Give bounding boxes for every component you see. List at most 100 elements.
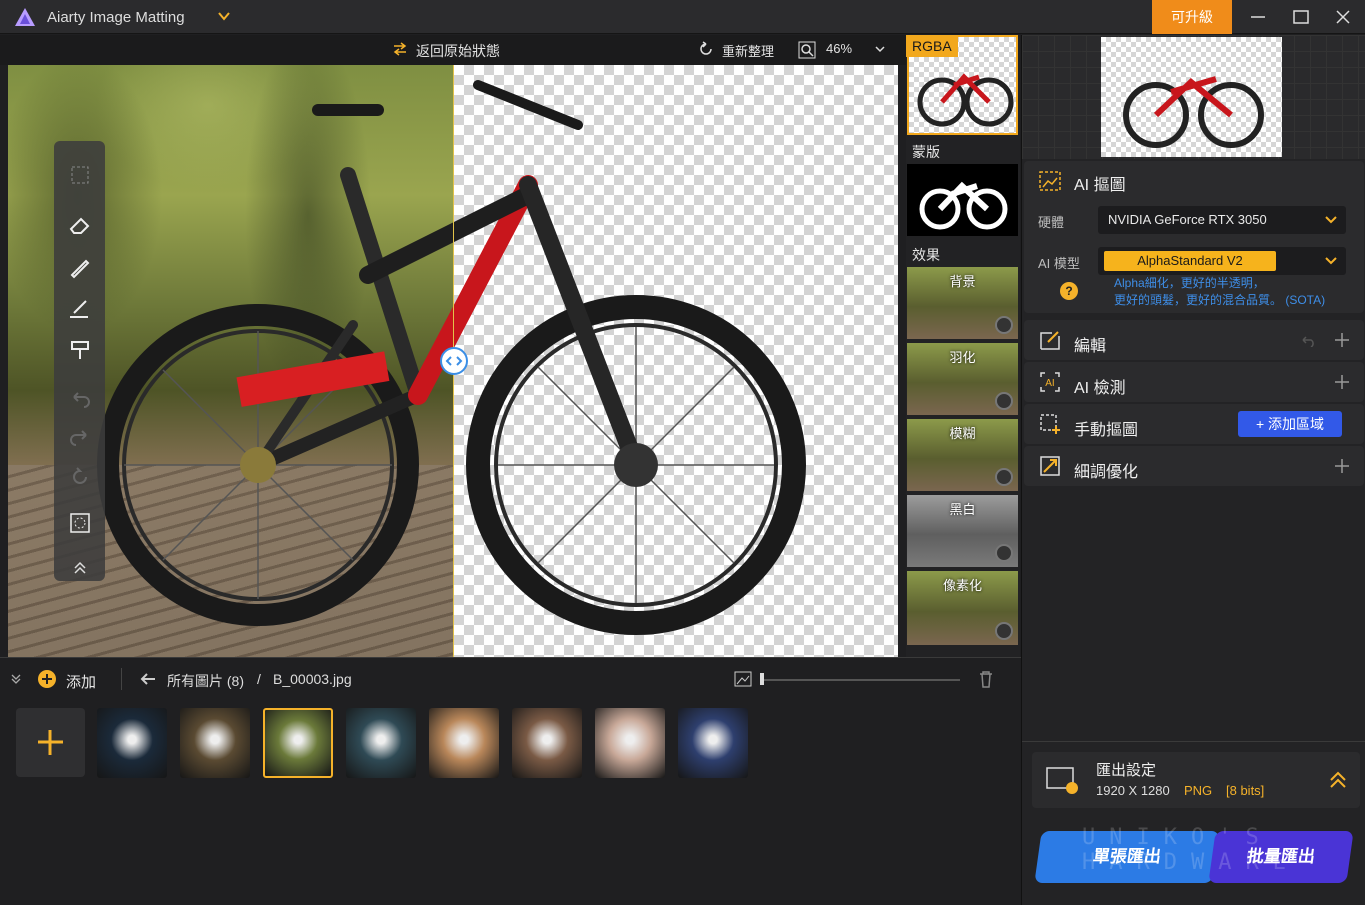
export-format: PNG — [1184, 783, 1213, 798]
revert-button[interactable]: 返回原始狀態 — [393, 41, 500, 61]
maximize-button[interactable] — [1279, 0, 1323, 34]
toggle-icon[interactable] — [995, 544, 1013, 562]
effect-pixelate[interactable]: 像素化 — [907, 571, 1018, 645]
crop-select-icon[interactable] — [66, 161, 94, 189]
minimize-button[interactable] — [1236, 0, 1280, 34]
manual-matting-card[interactable]: 手動摳圖 + 添加區域 — [1024, 404, 1364, 444]
ai-detect-card[interactable]: AI AI 檢測 — [1024, 362, 1364, 402]
chevron-down-icon — [1325, 216, 1337, 224]
thumbnail-size-slider[interactable] — [762, 679, 960, 681]
refine-card[interactable]: 細調優化 — [1024, 446, 1364, 486]
add-image-tile[interactable] — [16, 708, 85, 777]
image-canvas[interactable] — [8, 65, 898, 657]
upgrade-button[interactable]: 可升級 — [1152, 0, 1232, 34]
chevron-down-icon[interactable] — [217, 9, 231, 23]
back-arrow-icon[interactable] — [140, 672, 156, 686]
export-title: 匯出設定 — [1096, 762, 1157, 779]
hardware-value: NVIDIA GeForce RTX 3050 — [1108, 212, 1267, 227]
expand-plus-icon[interactable] — [1334, 458, 1350, 474]
toggle-icon[interactable] — [995, 468, 1013, 486]
close-button[interactable] — [1321, 0, 1365, 34]
canvas-toolbar: 返回原始狀態 重新整理 46% — [0, 35, 906, 65]
export-resolution: 1920 X 1280 — [1096, 783, 1170, 798]
edit-icon — [1040, 331, 1060, 350]
breadcrumb-all[interactable]: 所有圖片 (8) — [167, 671, 244, 691]
thumbnail-woman-flowers[interactable] — [429, 708, 499, 778]
revert-label: 返回原始狀態 — [416, 43, 500, 59]
undo-icon[interactable] — [66, 385, 94, 413]
hardware-select[interactable]: NVIDIA GeForce RTX 3050 — [1098, 206, 1346, 234]
manual-matting-title: 手動摳圖 — [1074, 422, 1139, 439]
effect-grayscale[interactable]: 黑白 — [907, 495, 1018, 567]
slider-handle[interactable] — [760, 673, 764, 685]
add-icon[interactable] — [38, 670, 56, 688]
thumbnail-woman-gold[interactable] — [512, 708, 582, 778]
thumbnail-woman-red-dress[interactable] — [346, 708, 416, 778]
split-handle[interactable] — [440, 347, 468, 375]
refine-icon — [1040, 456, 1060, 476]
thumbnail-woman-white[interactable] — [595, 708, 665, 778]
ai-matting-title: AI 摳圖 — [1074, 177, 1126, 194]
refine-title: 細調優化 — [1074, 464, 1139, 481]
collapse-down-icon[interactable] — [10, 673, 22, 685]
ai-matting-card: AI 摳圖 硬體 NVIDIA GeForce RTX 3050 AI 模型 A… — [1024, 161, 1364, 313]
effects-label: 效果 — [912, 247, 940, 263]
expand-plus-icon[interactable] — [1334, 332, 1350, 348]
effect-background[interactable]: 背景 — [907, 267, 1018, 339]
bottom-toolbar: 添加 所有圖片 (8) / B_00003.jpg — [0, 658, 1021, 698]
add-region-button[interactable]: + 添加區域 — [1238, 411, 1342, 437]
export-settings[interactable]: 匯出設定 1920 X 1280 PNG [8 bits] — [1032, 752, 1360, 808]
zoom-control[interactable]: 46% — [798, 41, 853, 59]
reset-label: 重新整理 — [722, 44, 775, 59]
toggle-icon[interactable] — [995, 392, 1013, 410]
effect-blur[interactable]: 模糊 — [907, 419, 1018, 491]
zoom-value: 46% — [826, 41, 853, 56]
model-select[interactable]: AlphaStandard V2 — [1098, 247, 1346, 275]
add-label[interactable]: 添加 — [66, 671, 96, 692]
brush-icon[interactable] — [66, 253, 94, 281]
collapse-up-icon[interactable] — [66, 553, 94, 581]
thumbnail-bicycle[interactable] — [263, 708, 333, 778]
expand-plus-icon[interactable] — [1334, 374, 1350, 390]
reset-icon[interactable] — [66, 463, 94, 491]
preview-strip: RGBA 蒙版 效果 背景 羽化 模糊 黑白 像素化 — [906, 35, 1020, 657]
effect-feather[interactable]: 羽化 — [907, 343, 1018, 415]
undo-icon[interactable] — [1298, 333, 1316, 347]
zoom-icon — [798, 41, 816, 59]
rgba-label: RGBA — [906, 35, 958, 57]
mask-preview[interactable] — [907, 164, 1018, 236]
thumbnail-product-box[interactable] — [678, 708, 748, 778]
thumbnail-forest-rocks[interactable] — [180, 708, 250, 778]
redo-icon[interactable] — [66, 423, 94, 451]
svg-text:AI: AI — [1045, 378, 1054, 389]
title-bar: Aiarty Image Matting 可升級 — [0, 0, 1365, 34]
edit-card[interactable]: 編輯 — [1024, 320, 1364, 360]
model-label: AI 模型 — [1038, 256, 1080, 271]
reset-button[interactable]: 重新整理 — [700, 41, 775, 60]
thumbnail-jellyfish[interactable] — [97, 708, 167, 778]
plus-icon: + — [1255, 416, 1265, 432]
output-preview — [1101, 37, 1282, 157]
model-value: AlphaStandard V2 — [1104, 251, 1276, 271]
app-title: Aiarty Image Matting — [47, 9, 185, 26]
toggle-icon[interactable] — [995, 622, 1013, 640]
region-select-icon[interactable] — [66, 509, 94, 537]
edit-title: 編輯 — [1074, 338, 1107, 355]
zoom-chevron-icon[interactable] — [874, 43, 886, 55]
eraser-icon[interactable] — [66, 211, 94, 239]
paint-roller-icon[interactable] — [66, 337, 94, 365]
tool-palette — [54, 141, 105, 581]
expand-up-icon[interactable] — [1328, 770, 1348, 790]
revert-icon — [393, 42, 407, 56]
smart-brush-icon[interactable] — [66, 295, 94, 323]
svg-text:?: ? — [1065, 284, 1072, 298]
toggle-icon[interactable] — [995, 316, 1013, 334]
export-bits: [8 bits] — [1226, 783, 1265, 798]
trash-icon[interactable] — [978, 670, 994, 688]
breadcrumb-file: B_00003.jpg — [273, 671, 352, 687]
help-icon[interactable]: ? — [1060, 282, 1078, 300]
plus-icon — [38, 730, 63, 755]
app-logo-icon — [15, 8, 35, 26]
hardware-label: 硬體 — [1038, 215, 1065, 230]
right-panel: AI 摳圖 硬體 NVIDIA GeForce RTX 3050 AI 模型 A… — [1021, 35, 1365, 905]
